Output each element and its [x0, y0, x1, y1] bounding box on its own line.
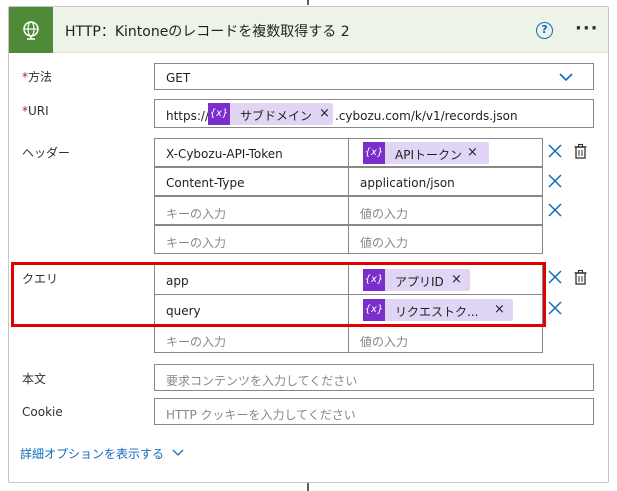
key-placeholder: キーの入力 [166, 335, 227, 349]
value-placeholder: 値の入力 [360, 207, 409, 221]
uri-prefix: https:// [166, 109, 210, 123]
header-key-text: X-Cybozu-API-Token [166, 147, 283, 161]
query-key-1[interactable]: app [154, 264, 349, 295]
query-key-text: app [166, 274, 189, 288]
header-key-3[interactable]: キーの入力 [154, 196, 349, 225]
question-circle-icon[interactable]: ? [536, 22, 553, 39]
body-placeholder: 要求コンテンツを入力してください [166, 374, 358, 388]
close-icon[interactable]: × [467, 145, 478, 160]
uri-suffix: .cybozu.com/k/v1/records.json [335, 109, 518, 123]
uri-input[interactable]: https:// {x} サブドメイン × .cybozu.com/k/v1/r… [154, 99, 594, 128]
query-value-2[interactable]: {x} リクエストク... × [348, 294, 543, 325]
body-label: 本文 [22, 372, 47, 386]
method-label: *方法 [22, 68, 52, 85]
header-value-text: application/json [360, 176, 455, 190]
connector-line-top [307, 0, 309, 5]
close-icon[interactable] [548, 203, 562, 217]
expression-icon: {x} [363, 142, 385, 164]
close-icon[interactable]: × [451, 272, 462, 287]
token-label: リクエストク... [395, 305, 479, 319]
action-title[interactable]: HTTP：Kintoneのレコードを複数取得する 2 [65, 21, 350, 41]
card-header[interactable]: HTTP：Kintoneのレコードを複数取得する 2 ? ··· [9, 7, 608, 53]
delete-all-icon[interactable] [574, 269, 588, 285]
header-key-2[interactable]: Content-Type [154, 167, 349, 196]
close-icon[interactable]: × [319, 106, 330, 121]
query-key-3[interactable]: キーの入力 [154, 324, 349, 353]
cookie-input[interactable]: HTTP クッキーを入力してください [154, 398, 594, 425]
uri-token-subdomain[interactable]: {x} サブドメイン × [208, 103, 333, 125]
expression-icon: {x} [363, 269, 385, 291]
key-placeholder: キーの入力 [166, 236, 227, 250]
header-value-4[interactable]: 値の入力 [348, 225, 543, 254]
method-label-text: 方法 [28, 70, 53, 84]
key-placeholder: キーの入力 [166, 207, 227, 221]
delete-all-icon[interactable] [574, 143, 588, 159]
uri-label: *URI [22, 104, 49, 118]
expression-icon: {x} [208, 103, 230, 125]
token-label: APIトークン [395, 148, 462, 162]
ellipsis-icon[interactable]: ··· [575, 18, 599, 39]
method-value: GET [166, 71, 191, 85]
cookie-placeholder: HTTP クッキーを入力してください [166, 408, 356, 422]
expression-icon: {x} [363, 299, 385, 321]
header-token-api[interactable]: {x} APIトークン × [363, 142, 489, 164]
header-key-1[interactable]: X-Cybozu-API-Token [154, 138, 349, 167]
query-value-1[interactable]: {x} アプリID × [348, 264, 543, 295]
method-select[interactable]: GET [154, 63, 594, 90]
token-label: アプリID [395, 275, 444, 289]
body-input[interactable]: 要求コンテンツを入力してください [154, 364, 594, 391]
headers-label: ヘッダー [22, 146, 71, 160]
header-value-1[interactable]: {x} APIトークン × [348, 138, 543, 167]
uri-label-text: URI [28, 104, 49, 118]
cookie-label: Cookie [22, 405, 63, 419]
value-placeholder: 値の入力 [360, 236, 409, 250]
show-advanced-options-link[interactable]: 詳細オプションを表示する [20, 445, 164, 462]
header-key-text: Content-Type [166, 176, 245, 190]
query-token-request[interactable]: {x} リクエストク... × [363, 299, 513, 321]
chevron-down-icon[interactable] [558, 69, 574, 85]
close-icon[interactable] [548, 270, 562, 284]
close-icon[interactable] [548, 174, 562, 188]
globe-icon [9, 7, 53, 53]
header-value-3[interactable]: 値の入力 [348, 196, 543, 225]
chevron-down-icon[interactable] [172, 446, 184, 458]
token-label: サブドメイン [240, 109, 313, 123]
close-icon[interactable] [548, 301, 562, 315]
close-icon[interactable]: × [494, 302, 505, 317]
header-key-4[interactable]: キーの入力 [154, 225, 349, 254]
header-value-2[interactable]: application/json [348, 167, 543, 196]
connector-line-bottom [307, 483, 309, 491]
query-label: クエリ [22, 272, 59, 286]
query-token-appid[interactable]: {x} アプリID × [363, 269, 470, 291]
query-value-3[interactable]: 値の入力 [348, 324, 543, 353]
query-key-text: query [166, 304, 201, 318]
close-icon[interactable] [548, 144, 562, 158]
value-placeholder: 値の入力 [360, 335, 409, 349]
query-key-2[interactable]: query [154, 294, 349, 325]
